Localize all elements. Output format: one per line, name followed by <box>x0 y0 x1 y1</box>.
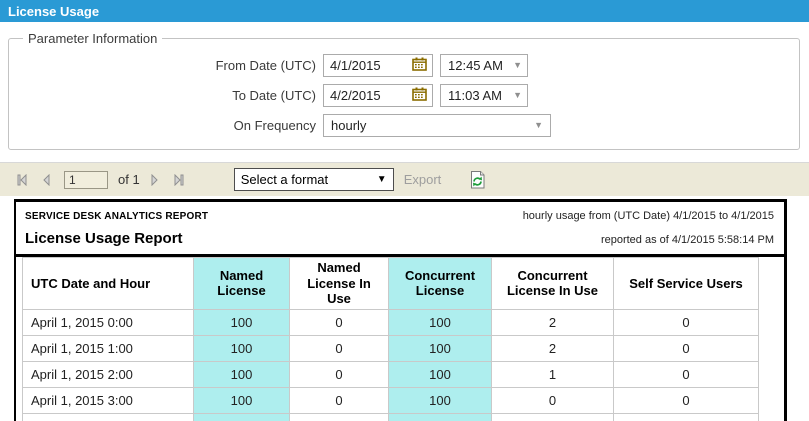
page-title: License Usage <box>8 4 99 19</box>
value-cell: 100 <box>194 413 290 421</box>
value-cell: 100 <box>194 361 290 387</box>
value-cell: 2 <box>492 309 614 335</box>
table-body: April 1, 2015 0:00100010020April 1, 2015… <box>23 309 759 421</box>
refresh-icon <box>469 170 486 190</box>
from-date-value: 4/1/2015 <box>330 58 412 73</box>
report-timestamp-line: reported as of 4/1/2015 5:58:14 PM <box>601 234 774 246</box>
value-cell: 100 <box>389 335 492 361</box>
refresh-button[interactable] <box>467 169 487 191</box>
chevron-down-icon: ▼ <box>377 175 387 185</box>
value-cell: 100 <box>389 309 492 335</box>
value-cell: 100 <box>194 387 290 413</box>
report-header: SERVICE DESK ANALYTICS REPORT hourly usa… <box>16 202 784 254</box>
value-cell: 0 <box>290 413 389 421</box>
page-count-label: of 1 <box>118 172 140 187</box>
next-page-button[interactable] <box>151 174 159 186</box>
frequency-label: On Frequency <box>11 118 323 133</box>
table-row: April 1, 2015 0:00100010020 <box>23 309 759 335</box>
from-time-value: 12:45 AM <box>448 58 513 73</box>
to-time-value: 11:03 AM <box>448 88 513 103</box>
value-cell: 2 <box>492 335 614 361</box>
table-row: April 1, 2015 1:00100010020 <box>23 335 759 361</box>
value-cell: 0 <box>614 387 759 413</box>
to-date-row: To Date (UTC) 4/2/2015 11:03 AM ▼ <box>11 84 789 107</box>
date-cell: April 1, 2015 4:00 <box>23 413 194 421</box>
value-cell: 1 <box>492 361 614 387</box>
value-cell: 0 <box>492 387 614 413</box>
value-cell: 0 <box>290 387 389 413</box>
to-date-input[interactable]: 4/2/2015 <box>323 84 433 107</box>
from-time-select[interactable]: 12:45 AM ▼ <box>440 54 528 77</box>
to-date-value: 4/2/2015 <box>330 88 412 103</box>
value-cell: 100 <box>194 309 290 335</box>
value-cell: 100 <box>389 361 492 387</box>
frequency-row: On Frequency hourly ▼ <box>11 114 789 137</box>
column-header: Self Service Users <box>614 258 759 310</box>
page-title-bar: License Usage <box>0 0 809 22</box>
table-row: April 1, 2015 4:00100010000 <box>23 413 759 421</box>
last-page-button[interactable] <box>174 174 184 186</box>
value-cell: 0 <box>492 413 614 421</box>
panel-legend: Parameter Information <box>23 31 162 46</box>
frequency-value: hourly <box>331 118 534 133</box>
parameter-information-panel: Parameter Information From Date (UTC) 4/… <box>8 31 800 150</box>
value-cell: 0 <box>290 361 389 387</box>
value-cell: 0 <box>614 413 759 421</box>
calendar-icon[interactable] <box>412 87 427 104</box>
report-org-line: SERVICE DESK ANALYTICS REPORT <box>25 211 208 222</box>
to-time-select[interactable]: 11:03 AM ▼ <box>440 84 528 107</box>
column-header: Named License In Use <box>290 258 389 310</box>
report-toolbar: of 1 Select a format ▼ Export <box>0 162 809 196</box>
value-cell: 0 <box>614 335 759 361</box>
export-format-value: Select a format <box>241 172 377 187</box>
chevron-down-icon: ▼ <box>513 61 522 70</box>
value-cell: 0 <box>290 335 389 361</box>
value-cell: 0 <box>290 309 389 335</box>
previous-page-button[interactable] <box>42 174 50 186</box>
export-button[interactable]: Export <box>404 172 442 187</box>
value-cell: 100 <box>389 413 492 421</box>
value-cell: 0 <box>614 309 759 335</box>
from-date-label: From Date (UTC) <box>11 58 323 73</box>
date-cell: April 1, 2015 0:00 <box>23 309 194 335</box>
page-number-input[interactable] <box>64 171 108 189</box>
to-date-label: To Date (UTC) <box>11 88 323 103</box>
table-row: April 1, 2015 2:00100010010 <box>23 361 759 387</box>
calendar-icon[interactable] <box>412 57 427 74</box>
column-header: Concurrent License In Use <box>492 258 614 310</box>
first-page-button[interactable] <box>17 174 27 186</box>
report-title: License Usage Report <box>25 230 183 247</box>
date-cell: April 1, 2015 2:00 <box>23 361 194 387</box>
export-format-select[interactable]: Select a format ▼ <box>234 168 394 191</box>
report-range-line: hourly usage from (UTC Date) 4/1/2015 to… <box>523 210 774 222</box>
value-cell: 100 <box>389 387 492 413</box>
value-cell: 100 <box>194 335 290 361</box>
date-cell: April 1, 2015 1:00 <box>23 335 194 361</box>
chevron-down-icon: ▼ <box>513 91 522 100</box>
from-date-row: From Date (UTC) 4/1/2015 12:45 AM ▼ <box>11 54 789 77</box>
value-cell: 0 <box>614 361 759 387</box>
usage-table-wrap: UTC Date and HourNamed LicenseNamed Lice… <box>16 257 784 421</box>
table-header-row: UTC Date and HourNamed LicenseNamed Lice… <box>23 258 759 310</box>
chevron-down-icon: ▼ <box>534 121 543 130</box>
from-date-input[interactable]: 4/1/2015 <box>323 54 433 77</box>
column-header: Named License <box>194 258 290 310</box>
table-row: April 1, 2015 3:00100010000 <box>23 387 759 413</box>
column-header: UTC Date and Hour <box>23 258 194 310</box>
column-header: Concurrent License <box>389 258 492 310</box>
frequency-select[interactable]: hourly ▼ <box>323 114 551 137</box>
report-viewer: SERVICE DESK ANALYTICS REPORT hourly usa… <box>14 199 787 421</box>
date-cell: April 1, 2015 3:00 <box>23 387 194 413</box>
license-usage-table: UTC Date and HourNamed LicenseNamed Lice… <box>22 257 759 421</box>
